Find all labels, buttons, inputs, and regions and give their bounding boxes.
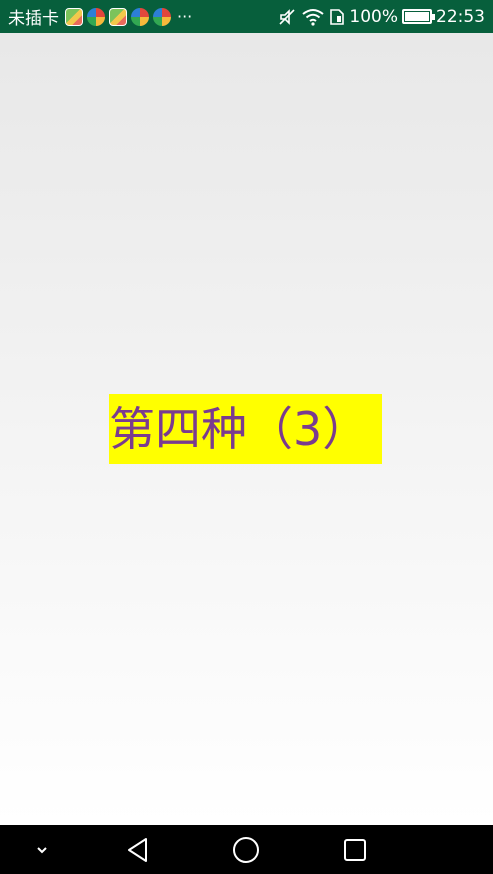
hide-keyboard-button[interactable] xyxy=(22,825,62,874)
battery-fill xyxy=(405,12,429,21)
sim-icon xyxy=(329,8,345,26)
navigation-bar xyxy=(0,825,493,874)
status-right: 100% 22:53 xyxy=(277,7,485,27)
app-round-icon xyxy=(87,7,105,26)
battery-percent: 100% xyxy=(349,6,398,27)
back-button[interactable] xyxy=(116,825,160,874)
label-box: 第四种（3） xyxy=(109,394,382,464)
more-notifications-label: ··· xyxy=(177,7,193,26)
back-icon xyxy=(128,837,147,862)
wifi-icon xyxy=(301,8,325,26)
recents-button[interactable] xyxy=(333,825,377,874)
hide-keyboard-icon xyxy=(37,846,47,853)
recents-icon xyxy=(344,838,366,861)
main-label: 第四种（3） xyxy=(109,402,369,456)
clock: 22:53 xyxy=(436,6,485,27)
battery-icon xyxy=(402,9,435,24)
status-bar: 未插卡 ··· 100% 22:53 xyxy=(0,0,493,33)
app-square-icon xyxy=(109,7,127,26)
carrier-label: 未插卡 xyxy=(8,9,59,29)
home-icon xyxy=(233,836,259,863)
app-round-icon xyxy=(153,7,171,26)
app-round-icon xyxy=(131,7,149,26)
main-content: 第四种（3） xyxy=(0,33,493,825)
mute-icon xyxy=(277,8,297,26)
app-square-icon xyxy=(65,7,83,26)
phone-screen: 未插卡 ··· 100% 22:53 第四种（3） xyxy=(0,0,493,874)
home-button[interactable] xyxy=(224,825,268,874)
status-left: 未插卡 ··· xyxy=(8,4,192,29)
